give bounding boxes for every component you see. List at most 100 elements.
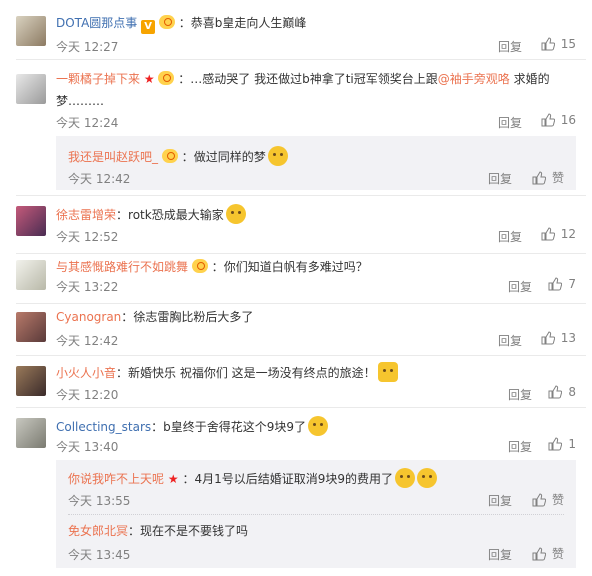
comment-username[interactable]: DOTA圆那点事 (56, 16, 137, 30)
like-button[interactable]: 15 (541, 37, 576, 51)
sub-reply-time: 今天 13:55 (68, 494, 131, 508)
comment-item: 徐志雷增荣：rotk恐成最大输家 今天 12:52 回复 12 (0, 196, 592, 254)
sub-reply-username[interactable]: 我还是叫赵跃吧_ (68, 150, 158, 164)
like-label: 赞 (551, 493, 564, 507)
like-count: 16 (560, 113, 576, 127)
colon: ： (211, 260, 224, 274)
avatar[interactable] (16, 260, 46, 290)
comment-text-line-2: 梦……… (56, 94, 105, 108)
verified-badge-icon: V (141, 20, 156, 34)
reply-button[interactable]: 回复 (488, 492, 512, 509)
like-label: 赞 (551, 547, 564, 561)
reply-button[interactable]: 回复 (498, 114, 522, 131)
comment-time: 今天 12:42 (56, 334, 119, 348)
dog-emoji-icon (417, 468, 437, 488)
comment-text: 你们知道白帆有多难过吗？ (223, 260, 368, 274)
colon: ： (116, 208, 129, 222)
like-count: 15 (560, 37, 576, 51)
avatar[interactable] (16, 16, 46, 46)
comment-username[interactable]: Collecting_stars (56, 420, 151, 434)
dog-emoji-icon (225, 204, 246, 224)
colon: ： (181, 150, 194, 164)
dog-emoji-icon (308, 416, 329, 436)
divider (68, 514, 564, 515)
comment-text: …感动哭了 我还做过b神拿了ti冠军领奖台上跟 (190, 72, 438, 86)
vip-badge-icon (161, 149, 178, 163)
sub-reply: 我还是叫赵跃吧_ ：做过同样的梦 今天 12:42 回复 赞 (56, 136, 576, 190)
comment-text: 新婚快乐 祝福你们 这是一场没有终点的旅途！ (128, 366, 376, 380)
reply-button[interactable]: 回复 (508, 438, 532, 455)
like-button[interactable]: 7 (548, 277, 576, 291)
colon: ： (178, 16, 191, 30)
thumbs-up-icon (532, 492, 546, 506)
colon: ： (128, 524, 141, 538)
like-button[interactable]: 1 (548, 437, 576, 451)
avatar[interactable] (16, 206, 46, 236)
like-label: 赞 (551, 171, 564, 185)
thumbs-up-icon (532, 170, 546, 184)
pray-emoji-icon (267, 146, 288, 166)
comment-time: 今天 13:40 (56, 440, 119, 454)
avatar[interactable] (16, 312, 46, 342)
sub-reply-time: 今天 12:42 (68, 172, 131, 186)
avatar[interactable] (16, 74, 46, 104)
like-count: 7 (568, 277, 576, 291)
like-button[interactable]: 赞 (532, 545, 564, 562)
mention-link[interactable]: @袖手旁观咯 (438, 72, 510, 86)
like-count: 8 (568, 385, 576, 399)
colon: ： (151, 420, 164, 434)
like-button[interactable]: 13 (541, 331, 576, 345)
comment-username[interactable]: 徐志雷增荣 (56, 208, 116, 222)
sub-reply-username[interactable]: 免女郎北冥 (68, 524, 128, 538)
reply-button[interactable]: 回复 (508, 278, 532, 295)
comment-item: Cyanogran：徐志雷胸比粉后大多了 今天 12:42 回复 13 (0, 304, 592, 356)
like-button[interactable]: 赞 (532, 491, 564, 508)
star-badge-icon: ★ (143, 72, 155, 86)
comment-item: DOTA圆那点事 V ：恭喜b皇走向人生巅峰 今天 12:27 回复 15 (0, 0, 592, 60)
like-count: 1 (568, 437, 576, 451)
comment-username[interactable]: 小火人小音 (56, 366, 116, 380)
sub-reply-text: 做过同样的梦 (193, 150, 266, 164)
comment-time: 今天 12:20 (56, 388, 119, 402)
like-button[interactable]: 8 (548, 385, 576, 399)
reply-button[interactable]: 回复 (498, 332, 522, 349)
reply-button[interactable]: 回复 (488, 170, 512, 187)
dog-emoji-icon (395, 468, 415, 488)
reply-button[interactable]: 回复 (508, 386, 532, 403)
sub-reply-text: 现在不是不要钱了吗 (140, 524, 249, 538)
avatar[interactable] (16, 366, 46, 396)
sub-reply-time: 今天 13:45 (68, 548, 131, 562)
like-button[interactable]: 16 (541, 113, 576, 127)
comment-username[interactable]: Cyanogran (56, 310, 121, 324)
comment-username[interactable]: 一颗橘子掉下来 (56, 72, 140, 86)
like-count: 13 (560, 331, 576, 345)
colon: ： (121, 310, 134, 324)
sub-reply-list: 你说我咋不上天呢 ★ ：4月1号以后结婚证取消9块9的费用了 今天 13:55 … (56, 460, 576, 568)
thumbs-up-icon (548, 277, 563, 291)
like-button[interactable]: 12 (541, 227, 576, 241)
colon: ： (178, 72, 191, 86)
comment-time: 今天 13:22 (56, 280, 119, 294)
comment-text: rotk恐成最大输家 (128, 208, 224, 222)
like-button[interactable]: 赞 (532, 169, 564, 186)
reply-button[interactable]: 回复 (498, 228, 522, 245)
reply-button[interactable]: 回复 (488, 546, 512, 563)
sub-reply-username[interactable]: 你说我咋不上天呢 (68, 472, 164, 486)
vip-badge-icon (191, 259, 208, 273)
thumbs-up-icon (541, 37, 555, 51)
thumbs-up-icon (541, 331, 555, 345)
thumbs-up-icon (548, 437, 563, 451)
comment-time: 今天 12:52 (56, 230, 119, 244)
thumbs-up-icon (548, 385, 563, 399)
avatar[interactable] (16, 418, 46, 448)
comment-item: Collecting_stars：b皇终于舍得花这个9块9了 今天 13:40 … (0, 408, 592, 576)
colon: ： (182, 472, 195, 486)
comment-text: 徐志雷胸比粉后大多了 (133, 310, 254, 324)
star-badge-icon: ★ (167, 472, 179, 486)
comment-item: 小火人小音：新婚快乐 祝福你们 这是一场没有终点的旅途！ 今天 12:20 回复… (0, 356, 592, 408)
thumbs-up-icon (541, 113, 555, 127)
comment-username[interactable]: 与其感慨路难行不如跳舞 (56, 260, 188, 274)
comment-item: 一颗橘子掉下来 ★ ：…感动哭了 我还做过b神拿了ti冠军领奖台上跟@袖手旁观咯… (0, 60, 592, 196)
reply-button[interactable]: 回复 (498, 38, 522, 55)
comment-time: 今天 12:27 (56, 40, 119, 54)
